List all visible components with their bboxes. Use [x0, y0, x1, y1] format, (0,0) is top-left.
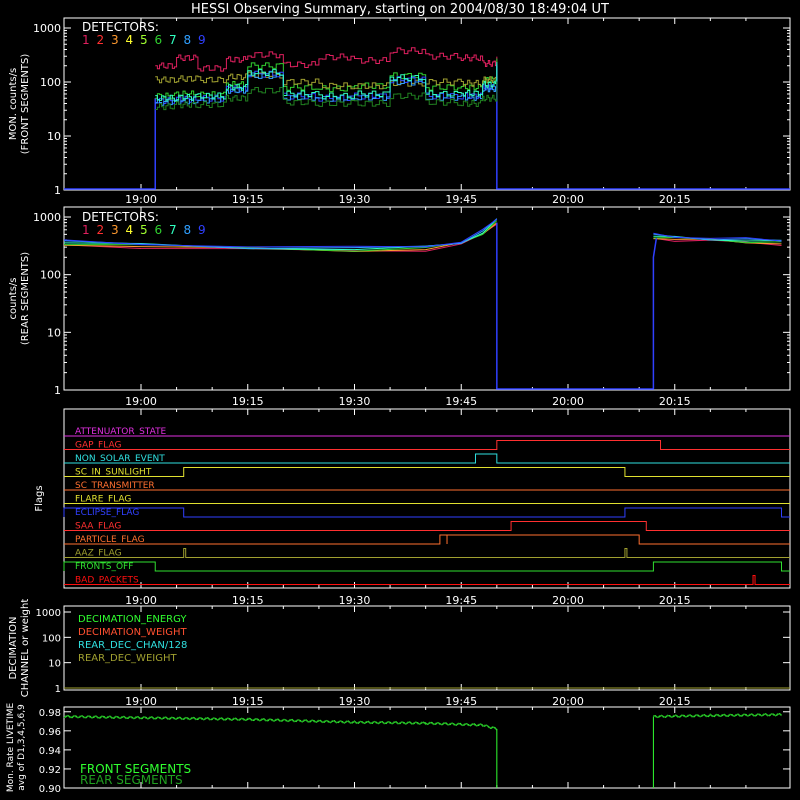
flag-line — [64, 548, 790, 558]
x-tick-label: 19:45 — [445, 395, 477, 408]
livetime-legend-item: REAR SEGMENTS — [80, 773, 183, 787]
y-axis-label: Flags — [34, 485, 45, 511]
y-tick-label: 1000 — [33, 211, 61, 224]
y-axis-label: avg of D1,3,4,5,6,9 — [17, 704, 27, 791]
legend-detector-3: 3 — [111, 33, 119, 47]
legend-detector-6: 6 — [155, 33, 163, 47]
legend-title: DETECTORS: — [82, 210, 159, 224]
flag-line — [64, 534, 790, 545]
x-tick-label: 19:45 — [445, 594, 477, 607]
x-tick-label: 19:00 — [125, 594, 157, 607]
decimation-legend-item: DECIMATION_ENERGY — [78, 614, 187, 625]
x-tick-label: 19:15 — [232, 193, 264, 206]
legend-detector-7: 7 — [169, 223, 177, 237]
y-tick-label: 1 — [54, 384, 61, 397]
legend-detector-1: 1 — [82, 33, 90, 47]
flag-line — [64, 440, 790, 450]
series-floor-right — [496, 65, 790, 190]
y-tick-label: 0.94 — [39, 746, 61, 757]
legend-detector-8: 8 — [184, 223, 192, 237]
flag-label-fronts-off: FRONTS_OFF — [75, 562, 133, 572]
x-tick-label: 20:00 — [552, 695, 584, 708]
chart-svg: HESSI Observing Summary, starting on 200… — [6, 2, 791, 795]
x-tick-label: 20:00 — [552, 193, 584, 206]
y-tick-label: 1 — [55, 684, 61, 695]
y-tick-label: 100 — [40, 269, 61, 282]
legend-detector-9: 9 — [198, 33, 206, 47]
x-tick-label: 19:15 — [232, 695, 264, 708]
flag-line — [64, 453, 790, 464]
x-tick-label: 19:30 — [339, 395, 371, 408]
series-line-1 — [155, 47, 498, 72]
x-tick-label: 20:00 — [552, 594, 584, 607]
y-tick-label: 1 — [54, 184, 61, 197]
x-tick-label: 19:00 — [125, 695, 157, 708]
y-axis-label: CHANNEL or weight — [20, 599, 31, 698]
y-tick-label: 0.90 — [39, 784, 61, 795]
x-tick-label: 19:15 — [232, 395, 264, 408]
y-tick-label: 0.96 — [39, 727, 61, 738]
y-tick-label: 10 — [48, 659, 61, 670]
livetime-line — [653, 712, 782, 719]
legend-detector-5: 5 — [140, 33, 148, 47]
flag-line — [63, 561, 790, 572]
legend-detector-4: 4 — [126, 223, 134, 237]
legend-detector-2: 2 — [97, 223, 105, 237]
y-tick-label: 1000 — [33, 22, 61, 35]
legend-title: DETECTORS: — [82, 20, 159, 34]
legend-detector-3: 3 — [111, 223, 119, 237]
y-tick-label: 1000 — [36, 608, 61, 619]
y-axis-label: DECIMATION — [8, 616, 19, 679]
livetime-line — [63, 714, 498, 731]
series-floor-left — [64, 98, 156, 190]
x-tick-label: 19:45 — [445, 695, 477, 708]
legend-detector-1: 1 — [82, 223, 90, 237]
y-tick-label: 100 — [42, 633, 61, 644]
x-tick-label: 19:45 — [445, 193, 477, 206]
legend-detector-2: 2 — [97, 33, 105, 47]
y-tick-label: 0.92 — [39, 765, 61, 776]
rear-gap-line — [496, 222, 658, 390]
flag-label-eclipse-flag: ECLIPSE_FLAG — [75, 508, 139, 518]
x-tick-label: 19:00 — [125, 395, 157, 408]
x-tick-label: 19:00 — [125, 193, 157, 206]
decimation-legend-item: REAR_DEC_WEIGHT — [78, 653, 177, 664]
y-axis-label: Mon. Rate LIVETIME — [6, 703, 16, 793]
decimation-legend-item: DECIMATION_WEIGHT — [78, 627, 187, 638]
x-tick-label: 19:30 — [339, 695, 371, 708]
x-tick-label: 20:00 — [552, 395, 584, 408]
legend-detector-7: 7 — [169, 33, 177, 47]
flag-line — [64, 521, 790, 531]
y-axis-label: (REAR SEGMENTS) — [20, 252, 31, 345]
chart-title: HESSI Observing Summary, starting on 200… — [191, 2, 609, 17]
flag-line — [63, 507, 790, 518]
y-tick-label: 10 — [47, 326, 61, 339]
x-tick-label: 20:15 — [659, 395, 691, 408]
decimation-legend-item: REAR_DEC_CHAN/128 — [78, 640, 187, 651]
flag-line — [64, 575, 790, 585]
x-tick-label: 19:15 — [232, 594, 264, 607]
flag-line — [64, 467, 790, 477]
legend-detector-8: 8 — [184, 33, 192, 47]
legend-detector-4: 4 — [126, 33, 134, 47]
y-axis-label: MON. counts/s — [8, 68, 19, 140]
x-tick-label: 20:15 — [659, 594, 691, 607]
legend-detector-6: 6 — [155, 223, 163, 237]
x-tick-label: 19:30 — [339, 193, 371, 206]
hessi-summary-plot: HESSI Observing Summary, starting on 200… — [0, 0, 800, 800]
y-axis-label: (FRONT SEGMENTS) — [20, 54, 31, 155]
y-axis-label: counts/s — [8, 277, 19, 319]
legend-detector-9: 9 — [198, 223, 206, 237]
y-tick-label: 100 — [40, 76, 61, 89]
legend-detector-5: 5 — [140, 223, 148, 237]
x-tick-label: 20:15 — [659, 695, 691, 708]
y-tick-label: 0.98 — [39, 708, 61, 719]
y-tick-label: 10 — [47, 130, 61, 143]
x-tick-label: 19:30 — [339, 594, 371, 607]
x-tick-label: 20:15 — [659, 193, 691, 206]
